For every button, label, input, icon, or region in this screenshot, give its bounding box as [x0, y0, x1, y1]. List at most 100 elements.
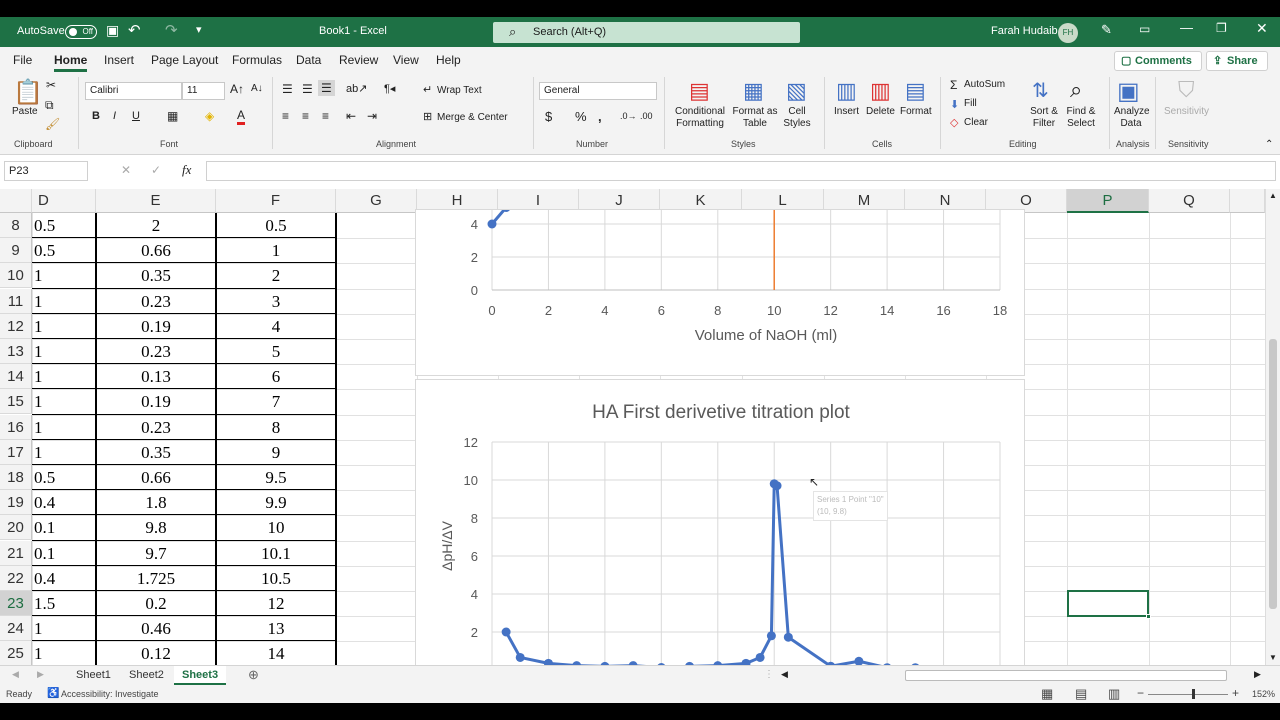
scroll-up-icon[interactable]: ▲	[1269, 191, 1277, 200]
table-cell-e[interactable]: 1.725	[96, 566, 216, 591]
table-cell-e[interactable]: 0.23	[96, 415, 216, 440]
align-top-icon[interactable]: ☰	[282, 82, 293, 96]
tab-data[interactable]: Data	[296, 53, 321, 67]
italic-icon[interactable]: I	[113, 110, 116, 122]
minimize-icon[interactable]: —	[1180, 20, 1193, 35]
table-cell-f[interactable]: 2	[216, 263, 336, 288]
ribbon-display-icon[interactable]: ▭	[1139, 22, 1150, 36]
row-header[interactable]: 8	[0, 213, 32, 238]
table-cell-d[interactable]: 0.1	[32, 541, 96, 566]
table-cell-e[interactable]: 9.8	[96, 515, 216, 540]
conditional-formatting-button[interactable]: Conditional Formatting	[671, 106, 729, 130]
format-as-table-icon[interactable]: ▦	[743, 78, 764, 104]
row-header[interactable]: 20	[0, 515, 32, 541]
insert-cells-icon[interactable]: ▥	[836, 78, 857, 104]
cancel-icon[interactable]: ✕	[121, 163, 131, 177]
table-cell-f[interactable]: 14	[216, 641, 336, 665]
normal-view-icon[interactable]: ▦	[1041, 686, 1053, 702]
tab-formulas[interactable]: Formulas	[232, 53, 282, 67]
wrap-text-button[interactable]: Wrap Text	[437, 85, 482, 97]
row-header[interactable]: 13	[0, 339, 32, 364]
row-header[interactable]: 19	[0, 490, 32, 516]
table-cell-d[interactable]: 1	[32, 440, 96, 465]
table-cell-f[interactable]: 0.5	[216, 213, 336, 238]
table-cell-f[interactable]: 3	[216, 289, 336, 314]
accessibility-icon[interactable]: ♿	[47, 688, 59, 699]
column-header-f[interactable]: F	[216, 189, 336, 213]
table-cell-d[interactable]: 0.4	[32, 566, 96, 591]
fill-color-icon[interactable]: ◈	[205, 109, 214, 123]
align-right-icon[interactable]: ≡	[322, 109, 329, 123]
align-bottom-icon[interactable]: ☰	[318, 80, 335, 96]
zoom-slider-thumb[interactable]	[1192, 689, 1195, 699]
page-layout-view-icon[interactable]: ▤	[1075, 686, 1087, 702]
table-cell-d[interactable]: 0.4	[32, 490, 96, 515]
prev-sheet-icon[interactable]: ◀	[12, 669, 19, 680]
next-sheet-icon[interactable]: ▶	[37, 669, 44, 680]
row-header[interactable]: 25	[0, 641, 32, 665]
merge-center-button[interactable]: Merge & Center	[437, 112, 508, 124]
formula-input[interactable]	[206, 161, 1276, 181]
borders-icon[interactable]: ▦	[167, 109, 178, 123]
table-cell-f[interactable]: 8	[216, 415, 336, 440]
table-cell-f[interactable]: 1	[216, 238, 336, 263]
table-cell-f[interactable]: 10.1	[216, 541, 336, 566]
delete-cells-button[interactable]: Delete	[866, 106, 895, 118]
row-header[interactable]: 10	[0, 263, 32, 289]
decrease-font-icon[interactable]: A↓	[251, 83, 263, 94]
chart-titration-curve[interactable]: 0 2 4 0 2 4 6 8 10 12 14 16 18 Volume of NaOH (ml)	[415, 198, 1025, 376]
table-cell-d[interactable]: 1	[32, 364, 96, 389]
wrap-text-icon[interactable]: ↵	[423, 83, 432, 96]
align-middle-icon[interactable]: ☰	[302, 82, 313, 96]
table-cell-d[interactable]: 0.1	[32, 515, 96, 540]
clear-button[interactable]: Clear	[964, 117, 988, 129]
table-cell-d[interactable]: 1.5	[32, 591, 96, 616]
zoom-out-icon[interactable]: −	[1137, 686, 1144, 700]
analyze-data-icon[interactable]: ▣	[1117, 77, 1140, 106]
copy-icon[interactable]: ⧉	[45, 98, 54, 113]
restore-icon[interactable]: ❐	[1216, 21, 1227, 35]
worksheet-grid[interactable]: D E F G H I J K L M N O P Q 8 0.5 2 0.5 9 0.5…	[0, 189, 1265, 665]
table-cell-e[interactable]: 0.19	[96, 314, 216, 339]
table-cell-f[interactable]: 6	[216, 364, 336, 389]
currency-icon[interactable]: $	[545, 109, 552, 124]
comments-button[interactable]: ▢ Comments	[1114, 51, 1202, 71]
sheet-tab-sheet2[interactable]: Sheet2	[125, 666, 168, 685]
tab-help[interactable]: Help	[436, 53, 461, 67]
enter-icon[interactable]: ✓	[151, 163, 161, 177]
column-header-g[interactable]: G	[336, 189, 417, 213]
tab-page-layout[interactable]: Page Layout	[151, 53, 218, 67]
redo-icon[interactable]: ↷	[165, 21, 178, 39]
bold-icon[interactable]: B	[92, 110, 100, 122]
font-size-select[interactable]: 11	[182, 82, 225, 100]
chart-first-derivative[interactable]: HA First derivetive titration plot024681…	[415, 379, 1025, 665]
row-header[interactable]: 21	[0, 540, 32, 566]
table-cell-e[interactable]: 9.7	[96, 541, 216, 566]
row-header[interactable]: 23	[0, 591, 32, 616]
table-cell-f[interactable]: 13	[216, 616, 336, 641]
vertical-scrollbar[interactable]: ▲ ▼	[1265, 189, 1280, 665]
share-button[interactable]: ⇪ Share	[1206, 51, 1268, 71]
row-header[interactable]: 12	[0, 313, 32, 339]
pen-icon[interactable]: ✎	[1101, 22, 1112, 38]
table-cell-e[interactable]: 0.35	[96, 263, 216, 288]
cut-icon[interactable]: ✂	[46, 78, 56, 92]
clear-icon[interactable]: ◇	[950, 116, 958, 129]
table-cell-e[interactable]: 0.19	[96, 389, 216, 414]
autosum-icon[interactable]: Σ	[950, 78, 957, 92]
sheet-tab-sheet1[interactable]: Sheet1	[72, 666, 115, 685]
format-as-table-button[interactable]: Format as Table	[731, 106, 779, 130]
table-cell-d[interactable]: 1	[32, 415, 96, 440]
percent-icon[interactable]: %	[575, 109, 587, 124]
delete-cells-icon[interactable]: ▥	[870, 78, 891, 104]
font-name-select[interactable]: Calibri	[85, 82, 182, 100]
format-cells-button[interactable]: Format	[900, 106, 932, 118]
analyze-data-button[interactable]: Analyze Data	[1114, 106, 1150, 130]
scroll-left-icon[interactable]: ◀	[781, 669, 788, 680]
table-cell-e[interactable]: 0.23	[96, 339, 216, 364]
column-header-r[interactable]	[1230, 189, 1265, 213]
collapse-ribbon-icon[interactable]: ⌃	[1265, 139, 1273, 150]
table-cell-e[interactable]: 0.35	[96, 440, 216, 465]
undo-icon[interactable]: ↶	[128, 21, 141, 39]
table-cell-d[interactable]: 1	[32, 289, 96, 314]
